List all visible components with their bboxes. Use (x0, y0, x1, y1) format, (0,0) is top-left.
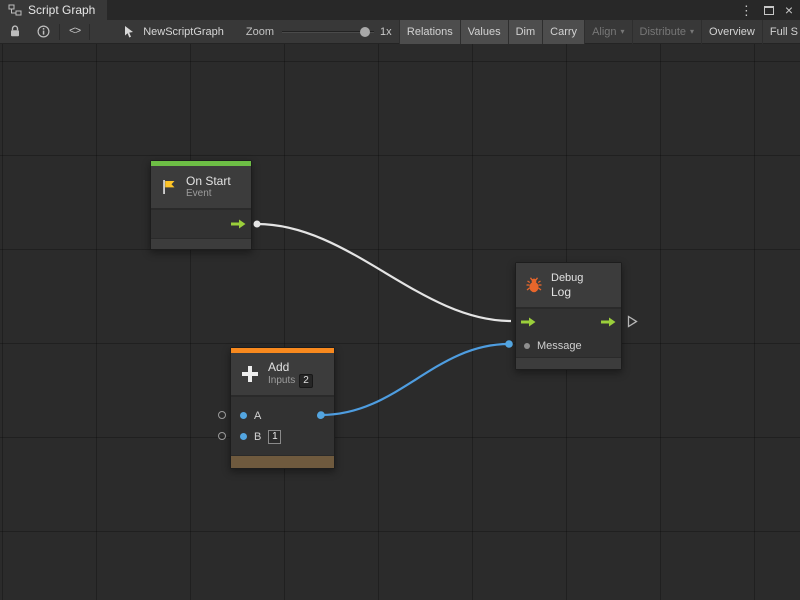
flag-icon (160, 178, 178, 196)
flow-output-port[interactable] (231, 219, 246, 229)
node-title: On Start (186, 174, 231, 188)
maximize-icon[interactable] (764, 6, 774, 15)
graph-toolbar: <> NewScriptGraph Zoom 1x Relations Valu… (0, 20, 800, 44)
distribute-label: Distribute (640, 26, 686, 38)
tab-title: Script Graph (28, 3, 95, 17)
graph-name-label[interactable]: NewScriptGraph (143, 26, 224, 38)
node-subtitle: Event (186, 188, 231, 200)
zoom-label: Zoom (246, 26, 274, 38)
inputs-count-field[interactable]: 2 (299, 374, 313, 388)
toolbar-separator (59, 24, 60, 40)
node-title: Log (551, 285, 583, 299)
value-wire[interactable] (321, 344, 509, 415)
node-footer (516, 357, 621, 369)
flow-input-port[interactable] (521, 317, 536, 327)
node-kind: Debug (551, 271, 583, 285)
lock-icon[interactable] (5, 20, 25, 44)
window-controls: ⋮ × (740, 0, 800, 20)
zoom-slider[interactable] (282, 20, 374, 44)
distribute-button[interactable]: Distribute ▾ (632, 20, 701, 44)
tab-script-graph[interactable]: Script Graph (0, 0, 107, 20)
node-title: Add (268, 360, 313, 374)
toolbar-button-group: Relations Values Dim Carry Align ▾ Distr… (399, 20, 800, 44)
node-add[interactable]: Add Inputs 2 A B 1 (230, 347, 335, 469)
window-titlebar: Script Graph ⋮ × (0, 0, 800, 20)
info-icon[interactable] (33, 20, 54, 44)
overview-button[interactable]: Overview (701, 20, 762, 44)
node-port-section: A B 1 (231, 397, 334, 455)
connection-wires (0, 44, 800, 600)
node-footer (151, 238, 251, 249)
node-footer (231, 455, 334, 468)
close-icon[interactable]: × (785, 3, 793, 17)
code-view-icon[interactable]: <> (65, 20, 84, 44)
values-button[interactable]: Values (460, 20, 508, 44)
node-subtitle: Inputs (268, 375, 295, 387)
input-port-b[interactable] (240, 433, 247, 440)
port-b-outer-ring[interactable] (218, 432, 226, 440)
node-on-start[interactable]: On Start Event (150, 160, 252, 250)
flow-output-port[interactable] (601, 317, 616, 327)
align-label: Align (592, 26, 616, 38)
carry-button[interactable]: Carry (542, 20, 584, 44)
message-input-port[interactable] (524, 343, 530, 349)
port-b-label: B (254, 431, 261, 443)
node-header[interactable]: On Start Event (151, 166, 251, 208)
node-debug-log[interactable]: Debug Log Message (515, 262, 622, 370)
script-graph-icon (8, 4, 22, 16)
relations-button[interactable]: Relations (399, 20, 460, 44)
output-port-sum[interactable] (317, 412, 324, 419)
toolbar-separator (89, 24, 90, 40)
input-port-a[interactable] (240, 412, 247, 419)
flow-wire-start-dot (254, 221, 261, 228)
flow-continuation-icon[interactable] (627, 315, 638, 333)
node-header[interactable]: Debug Log (516, 263, 621, 307)
flow-wire[interactable] (257, 224, 511, 321)
chevron-down-icon: ▾ (690, 27, 694, 36)
port-a-outer-ring[interactable] (218, 411, 226, 419)
port-b-value-field[interactable]: 1 (268, 430, 281, 444)
fullscreen-button[interactable]: Full S (762, 20, 800, 44)
message-port-label: Message (537, 340, 582, 352)
graph-pointer-icon (119, 20, 139, 44)
plus-icon (240, 364, 260, 384)
menu-kebab-icon[interactable]: ⋮ (740, 4, 753, 17)
dim-button[interactable]: Dim (508, 20, 543, 44)
zoom-value: 1x (380, 26, 392, 38)
bug-icon (525, 277, 543, 294)
node-flow-row (516, 309, 621, 335)
port-row-a: A (231, 405, 334, 426)
graph-canvas[interactable]: On Start Event (0, 44, 800, 600)
message-port-row: Message (516, 335, 621, 357)
align-button[interactable]: Align ▾ (584, 20, 631, 44)
value-wire-end-dot (505, 340, 513, 348)
port-a-label: A (254, 410, 261, 422)
node-header[interactable]: Add Inputs 2 (231, 353, 334, 395)
node-port-section (151, 210, 251, 238)
chevron-down-icon: ▾ (621, 27, 625, 36)
port-row-b: B 1 (231, 426, 334, 447)
zoom-slider-handle[interactable] (360, 27, 370, 37)
